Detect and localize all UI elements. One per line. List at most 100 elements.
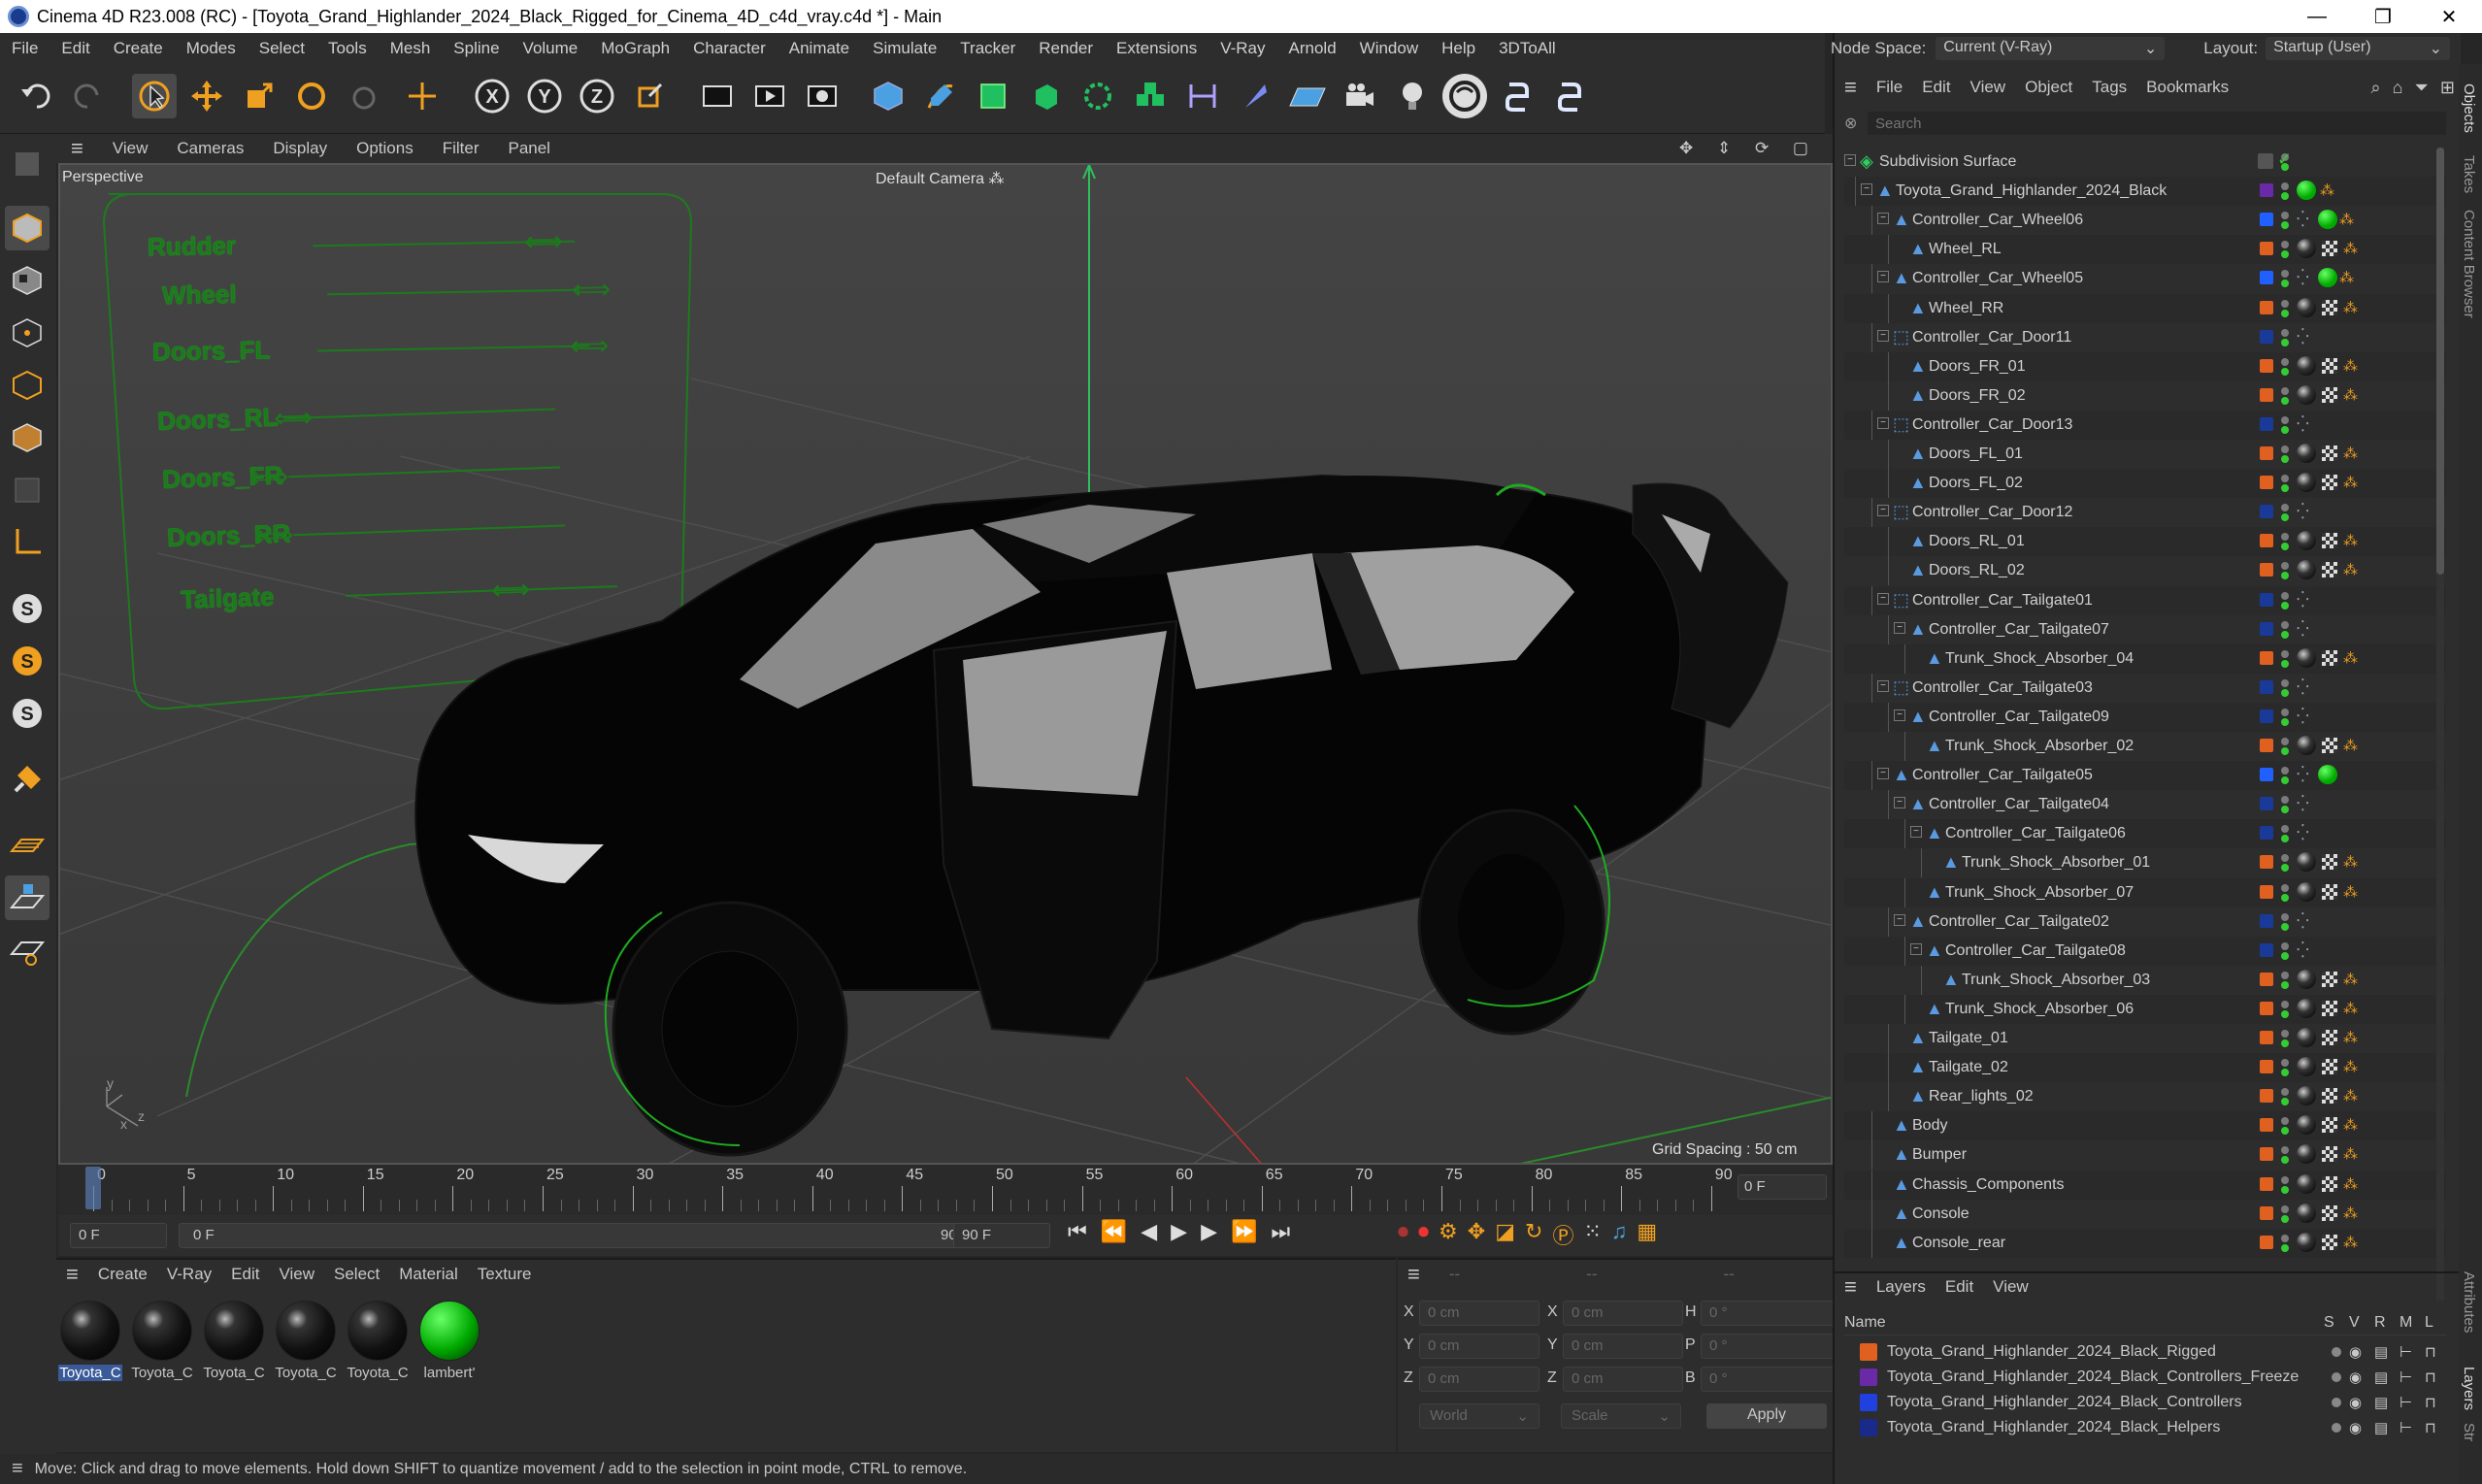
uv-tag-icon[interactable]: [2322, 1000, 2337, 1016]
model-mode-icon[interactable]: [5, 206, 50, 250]
object-row[interactable]: ▲ Wheel_RR ⁂: [1844, 293, 2446, 323]
render-visibility-dot[interactable]: [2281, 192, 2289, 201]
material-tag-icon[interactable]: [2297, 1144, 2316, 1165]
material-swatch[interactable]: Toyota_C: [202, 1301, 266, 1381]
uv-tag-icon[interactable]: [2322, 386, 2337, 403]
layer-color-chip[interactable]: [2260, 972, 2273, 986]
object-row[interactable]: ▲ Body ⁂: [1844, 1111, 2446, 1141]
go-to-start-icon[interactable]: ⏮: [1068, 1219, 1087, 1244]
green-material-tag-icon[interactable]: [2318, 765, 2337, 785]
coord-value-field[interactable]: 0 °: [1701, 1367, 1844, 1392]
render-visibility-dot[interactable]: [2281, 835, 2289, 843]
object-row[interactable]: ▲ Trunk_Shock_Absorber_06 ⁂: [1844, 994, 2446, 1024]
menu-modes[interactable]: Modes: [175, 39, 248, 58]
render-visibility-dot[interactable]: [2281, 1039, 2289, 1047]
uv-mode-icon[interactable]: [5, 468, 50, 512]
layer-color-chip[interactable]: [2260, 476, 2273, 490]
rig-slider-handle-icon[interactable]: ⟺: [570, 329, 610, 362]
coordinate-system-icon[interactable]: [627, 74, 672, 118]
viewport-menu-cameras[interactable]: Cameras: [162, 139, 258, 158]
expand-toggle-icon[interactable]: −: [1877, 679, 1889, 692]
key-scale-icon[interactable]: ◪: [1495, 1219, 1515, 1250]
material-tag-icon[interactable]: [2297, 1115, 2316, 1136]
constraint-tag-icon[interactable]: ⁛: [2297, 823, 2309, 842]
layer-color-chip[interactable]: [2260, 358, 2273, 373]
material-tag-icon[interactable]: [2297, 560, 2316, 580]
editor-visibility-dot[interactable]: [2281, 1030, 2289, 1038]
selection-tag-icon[interactable]: ⁂: [2343, 883, 2358, 901]
camera-icon[interactable]: [1338, 74, 1382, 118]
render-visibility-dot[interactable]: [2281, 367, 2289, 376]
coord-hamburger-icon[interactable]: ≡: [1398, 1262, 1430, 1287]
layers-hamburger-icon[interactable]: ≡: [1835, 1274, 1867, 1300]
object-row[interactable]: ▲ Doors_FR_01 ⁂: [1844, 351, 2446, 381]
object-row[interactable]: − ▲ Controller_Car_Tailgate09 ⁛: [1844, 702, 2446, 732]
vray-icon[interactable]: [1442, 74, 1487, 118]
expand-toggle-icon[interactable]: −: [1877, 768, 1889, 780]
menu-mesh[interactable]: Mesh: [379, 39, 443, 58]
planar-workplane-icon[interactable]: [5, 928, 50, 973]
layers-menu-edit[interactable]: Edit: [1936, 1277, 1983, 1297]
expand-toggle-icon[interactable]: −: [1877, 329, 1889, 342]
editor-visibility-dot[interactable]: [2281, 591, 2289, 600]
editor-visibility-dot[interactable]: [2281, 299, 2289, 308]
layer-render-icon[interactable]: ▤: [2374, 1343, 2399, 1361]
menu-spline[interactable]: Spline: [442, 39, 511, 58]
render-visibility-dot[interactable]: [2281, 951, 2289, 960]
editor-visibility-dot[interactable]: [2281, 562, 2289, 571]
render-visibility-dot[interactable]: [2281, 776, 2289, 785]
uv-tag-icon[interactable]: [2322, 1146, 2337, 1163]
material-tag-icon[interactable]: [2297, 881, 2316, 902]
object-row[interactable]: ▲ Trunk_Shock_Absorber_07 ⁂: [1844, 877, 2446, 907]
expand-toggle-icon[interactable]: −: [1877, 416, 1889, 429]
magnet-tool-icon[interactable]: [5, 757, 50, 802]
green-material-tag-icon[interactable]: [2297, 181, 2316, 201]
object-row[interactable]: ▲ Doors_FL_02 ⁂: [1844, 469, 2446, 499]
layer-color-chip[interactable]: [2260, 242, 2273, 256]
render-visibility-dot[interactable]: [2281, 543, 2289, 551]
next-key-icon[interactable]: ⏩: [1231, 1219, 1257, 1244]
material-tag-icon[interactable]: [2297, 647, 2316, 668]
selection-tag-icon[interactable]: ⁂: [2343, 1087, 2358, 1105]
uv-tag-icon[interactable]: [2322, 299, 2337, 315]
uv-tag-icon[interactable]: [2322, 1030, 2337, 1045]
layer-color-chip[interactable]: [2260, 826, 2273, 841]
editor-visibility-dot[interactable]: [2281, 212, 2289, 220]
render-visibility-dot[interactable]: [2281, 659, 2289, 668]
coord-value-field[interactable]: 0 °: [1701, 1301, 1844, 1326]
object-row[interactable]: − ▲ Controller_Car_Tailgate04 ⁛: [1844, 790, 2446, 820]
rig-slider-handle-icon[interactable]: ⟺: [524, 225, 564, 258]
uv-tag-icon[interactable]: [2322, 1088, 2337, 1105]
layer-color-chip[interactable]: [2260, 1235, 2273, 1249]
checkbox-icon[interactable]: [2258, 153, 2273, 169]
render-visibility-dot[interactable]: [2281, 309, 2289, 317]
material-tag-icon[interactable]: [2297, 1232, 2316, 1252]
uv-tag-icon[interactable]: [2322, 562, 2337, 578]
object-row[interactable]: ▲ Bumper ⁂: [1844, 1140, 2446, 1171]
render-visibility-dot[interactable]: [2281, 806, 2289, 814]
status-hamburger-icon[interactable]: ≡: [0, 1458, 35, 1480]
objects-menu-tags[interactable]: Tags: [2082, 78, 2136, 97]
editor-visibility-dot[interactable]: [2281, 620, 2289, 629]
layer-color-chip[interactable]: [2260, 942, 2273, 957]
material-tag-icon[interactable]: [2297, 444, 2316, 463]
apply-button[interactable]: Apply: [1706, 1403, 1827, 1429]
menu-tracker[interactable]: Tracker: [948, 39, 1027, 58]
layer-color-chip[interactable]: [2260, 271, 2273, 285]
editor-visibility-dot[interactable]: [2281, 649, 2289, 658]
layer-visible-eye-icon[interactable]: ◉: [2349, 1369, 2374, 1386]
layer-color-chip[interactable]: [2260, 446, 2273, 460]
y-axis-lock-icon[interactable]: Y: [522, 74, 567, 118]
uv-tag-icon[interactable]: [2322, 854, 2337, 871]
side-tab-layers[interactable]: Layers: [2461, 1367, 2477, 1410]
selection-tag-icon[interactable]: ⁂: [2343, 561, 2358, 578]
material-menu-texture[interactable]: Texture: [468, 1265, 542, 1284]
objects-menu-view[interactable]: View: [1961, 78, 2016, 97]
viewport-menu-view[interactable]: View: [98, 139, 163, 158]
key-parameter-icon[interactable]: Ⓟ: [1552, 1219, 1573, 1250]
object-row[interactable]: − ▲ Controller_Car_Tailgate05 ⁛: [1844, 761, 2446, 791]
extrude-generator-icon[interactable]: [1023, 74, 1068, 118]
object-row[interactable]: − ⬚ Controller_Car_Door11 ⁛: [1844, 322, 2446, 352]
uv-tag-icon[interactable]: [2322, 883, 2337, 900]
selection-tag-icon[interactable]: ⁂: [2343, 649, 2358, 667]
